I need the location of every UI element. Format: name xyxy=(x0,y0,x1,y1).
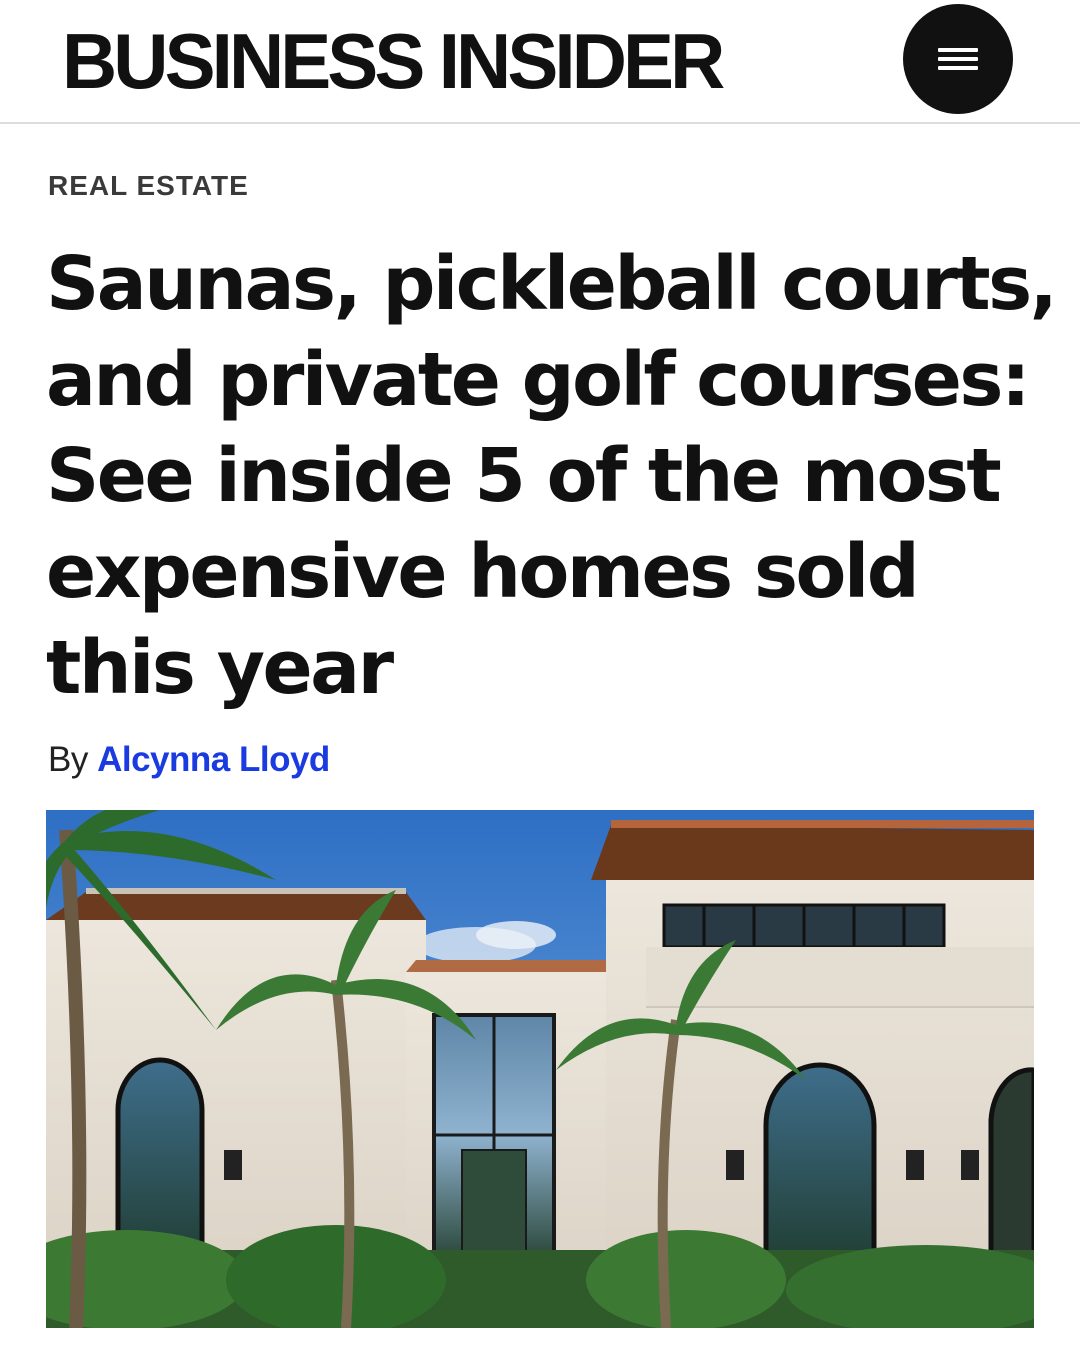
headline-line: See inside 5 of the most xyxy=(46,433,1002,519)
byline: By Alcynna Lloyd xyxy=(48,740,330,780)
byline-prefix: By xyxy=(48,740,88,779)
author-link[interactable]: Alcynna Lloyd xyxy=(97,740,330,779)
headline-line: Saunas, pickleball courts, xyxy=(46,241,1058,327)
site-header: BUSINESS INSIDER xyxy=(0,0,1080,124)
business-insider-logo[interactable]: BUSINESS INSIDER xyxy=(62,18,725,104)
mansion-photo-illustration xyxy=(46,810,1034,1328)
headline-line: and private golf courses: xyxy=(46,337,1031,423)
headline-line: this year xyxy=(46,625,394,711)
hero-image[interactable] xyxy=(46,810,1034,1328)
headline-line: expensive homes sold xyxy=(46,529,920,615)
category-label[interactable]: REAL ESTATE xyxy=(48,170,249,202)
menu-button[interactable] xyxy=(903,4,1013,114)
article-headline: Saunas, pickleball courts, and private g… xyxy=(46,236,1058,716)
